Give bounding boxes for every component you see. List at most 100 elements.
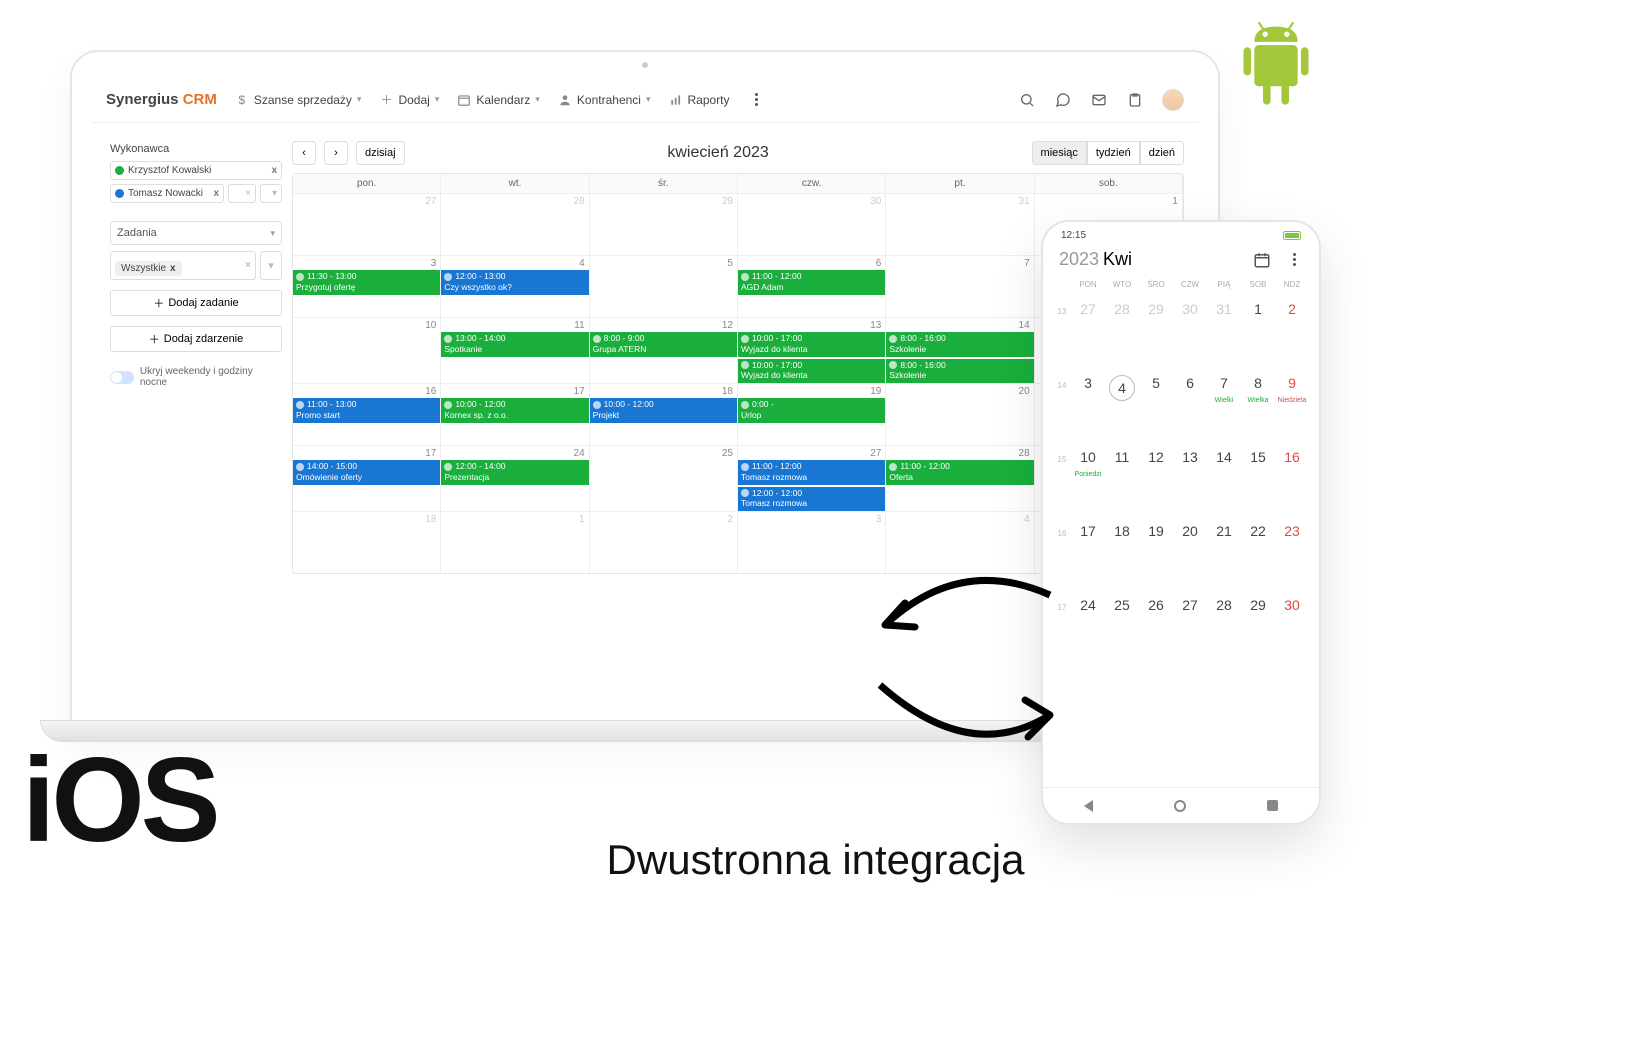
calendar-event[interactable]: 11:00 - 12:00Oferta: [886, 460, 1033, 485]
day-cell[interactable]: 1714:00 - 15:00Omówienie oferty: [293, 445, 441, 511]
remove-icon[interactable]: x: [213, 188, 219, 199]
phone-day[interactable]: 15: [1241, 437, 1275, 465]
phone-day[interactable]: 20: [1173, 511, 1207, 539]
calendar-event[interactable]: 13:00 - 14:00Spotkanie: [441, 332, 588, 357]
day-cell[interactable]: 1710:00 - 12:00Kornex sp. z o.o.: [441, 383, 589, 445]
home-icon[interactable]: [1174, 800, 1186, 812]
day-cell[interactable]: 30: [738, 193, 886, 255]
phone-day[interactable]: 3: [1071, 363, 1105, 391]
user-chip-1[interactable]: Krzysztof Kowalski x: [110, 161, 282, 180]
today-button[interactable]: dzisiaj: [356, 141, 405, 165]
add-task-button[interactable]: ＋ Dodaj zadanie: [110, 290, 282, 316]
phone-day[interactable]: 23: [1275, 511, 1309, 539]
phone-day[interactable]: 18: [1105, 511, 1139, 539]
day-cell[interactable]: 5: [590, 255, 738, 317]
calendar-event[interactable]: 12:00 - 12:00Tomasz rozmowa: [738, 487, 885, 512]
filter-tag-all[interactable]: Wszystkie x ×: [110, 251, 256, 280]
calendar-event[interactable]: 10:00 - 12:00Kornex sp. z o.o.: [441, 398, 588, 423]
phone-day[interactable]: 30: [1173, 289, 1207, 317]
phone-day[interactable]: 27: [1071, 289, 1105, 317]
calendar-event[interactable]: 8:00 - 16:00Szkolenie: [886, 359, 1033, 384]
day-cell[interactable]: 2: [590, 511, 738, 573]
add-event-button[interactable]: ＋ Dodaj zdarzenie: [110, 326, 282, 352]
phone-day[interactable]: 28: [1207, 585, 1241, 613]
day-cell[interactable]: 148:00 - 16:00Szkolenie8:00 - 16:00Szkol…: [886, 317, 1034, 383]
phone-day[interactable]: 30: [1275, 585, 1309, 613]
phone-day[interactable]: 28: [1105, 289, 1139, 317]
calendar-event[interactable]: 14:00 - 15:00Omówienie oferty: [293, 460, 440, 485]
calendar-icon[interactable]: [1253, 251, 1271, 269]
nav-reports[interactable]: Raporty: [669, 93, 730, 107]
hide-toggle-row[interactable]: Ukryj weekendy i godziny nocne: [110, 366, 282, 388]
remove-icon[interactable]: x: [271, 165, 277, 176]
nav-contractors[interactable]: Kontrahenci ▾: [558, 93, 651, 107]
phone-day[interactable]: 24: [1071, 585, 1105, 613]
dropdown-toggle[interactable]: ▾: [260, 251, 282, 280]
calendar-event[interactable]: 10:00 - 17:00Wyjazd do klienta: [738, 332, 885, 357]
calendar-event[interactable]: 11:00 - 12:00Tomasz rozmowa: [738, 460, 885, 485]
day-cell[interactable]: 1113:00 - 14:00Spotkanie: [441, 317, 589, 383]
next-button[interactable]: ›: [324, 141, 348, 165]
calendar-event[interactable]: 11:00 - 12:00AGD Adam: [738, 270, 885, 295]
prev-button[interactable]: ‹: [292, 141, 316, 165]
nav-sales[interactable]: $ Szanse sprzedaży ▾: [235, 93, 362, 107]
day-cell[interactable]: 2412:00 - 14:00Prezentacja: [441, 445, 589, 511]
day-cell[interactable]: 4: [886, 511, 1034, 573]
calendar-event[interactable]: 8:00 - 9:00Grupa ATERN: [590, 332, 737, 357]
day-cell[interactable]: 7: [886, 255, 1034, 317]
phone-day[interactable]: 13: [1173, 437, 1207, 465]
calendar-event[interactable]: 10:00 - 12:00Projekt: [590, 398, 737, 423]
calendar-event[interactable]: 12:00 - 14:00Prezentacja: [441, 460, 588, 485]
view-week-button[interactable]: tydzień: [1087, 141, 1140, 165]
phone-day[interactable]: 29: [1241, 585, 1275, 613]
day-cell[interactable]: 2711:00 - 12:00Tomasz rozmowa12:00 - 12:…: [738, 445, 886, 511]
day-cell[interactable]: 18: [293, 511, 441, 573]
day-cell[interactable]: 128:00 - 9:00Grupa ATERN: [590, 317, 738, 383]
calendar-event[interactable]: 11:30 - 13:00Przygotuj ofertę: [293, 270, 440, 295]
phone-day[interactable]: 5: [1139, 363, 1173, 391]
clipboard-icon[interactable]: [1126, 91, 1144, 109]
more-icon[interactable]: [1285, 251, 1303, 269]
mail-icon[interactable]: [1090, 91, 1108, 109]
day-cell[interactable]: 1: [441, 511, 589, 573]
day-cell[interactable]: 20: [886, 383, 1034, 445]
phone-day[interactable]: 26: [1139, 585, 1173, 613]
search-icon[interactable]: [1018, 91, 1036, 109]
day-cell[interactable]: 25: [590, 445, 738, 511]
day-cell[interactable]: 29: [590, 193, 738, 255]
day-cell[interactable]: 412:00 - 13:00Czy wszystko ok?: [441, 255, 589, 317]
day-cell[interactable]: 1810:00 - 12:00Projekt: [590, 383, 738, 445]
nav-calendar[interactable]: Kalendarz ▾: [457, 93, 540, 107]
tasks-select[interactable]: Zadania ▾: [110, 221, 282, 245]
phone-day[interactable]: 27: [1173, 585, 1207, 613]
phone-day[interactable]: 1: [1241, 289, 1275, 317]
phone-day[interactable]: 4: [1105, 363, 1139, 401]
phone-day[interactable]: 21: [1207, 511, 1241, 539]
calendar-event[interactable]: 10:00 - 17:00Wyjazd do klienta: [738, 359, 885, 384]
phone-day[interactable]: 10Poniedzi: [1071, 437, 1105, 465]
chat-icon[interactable]: [1054, 91, 1072, 109]
phone-day[interactable]: 12: [1139, 437, 1173, 465]
calendar-event[interactable]: 12:00 - 13:00Czy wszystko ok?: [441, 270, 588, 295]
day-cell[interactable]: 1611:00 - 13:00Promo start: [293, 383, 441, 445]
recent-icon[interactable]: [1267, 800, 1278, 811]
phone-day[interactable]: 31: [1207, 289, 1241, 317]
calendar-event[interactable]: 0:00 -Urlop: [738, 398, 885, 423]
phone-day[interactable]: 16: [1275, 437, 1309, 465]
phone-day[interactable]: 22: [1241, 511, 1275, 539]
phone-day[interactable]: 6: [1173, 363, 1207, 391]
phone-day[interactable]: 25: [1105, 585, 1139, 613]
phone-day[interactable]: 2: [1275, 289, 1309, 317]
phone-day[interactable]: 17: [1071, 511, 1105, 539]
day-cell[interactable]: 1310:00 - 17:00Wyjazd do klienta10:00 - …: [738, 317, 886, 383]
day-cell[interactable]: 611:00 - 12:00AGD Adam: [738, 255, 886, 317]
view-day-button[interactable]: dzień: [1140, 141, 1184, 165]
day-cell[interactable]: 190:00 -Urlop: [738, 383, 886, 445]
clear-all[interactable]: ×: [228, 184, 256, 203]
clear-icon[interactable]: ×: [245, 260, 251, 271]
phone-day[interactable]: 11: [1105, 437, 1139, 465]
nav-add[interactable]: ＋ Dodaj ▾: [379, 93, 439, 107]
day-cell[interactable]: 2811:00 - 12:00Oferta: [886, 445, 1034, 511]
user-chip-2[interactable]: Tomasz Nowacki x: [110, 184, 224, 203]
back-icon[interactable]: [1084, 800, 1093, 812]
